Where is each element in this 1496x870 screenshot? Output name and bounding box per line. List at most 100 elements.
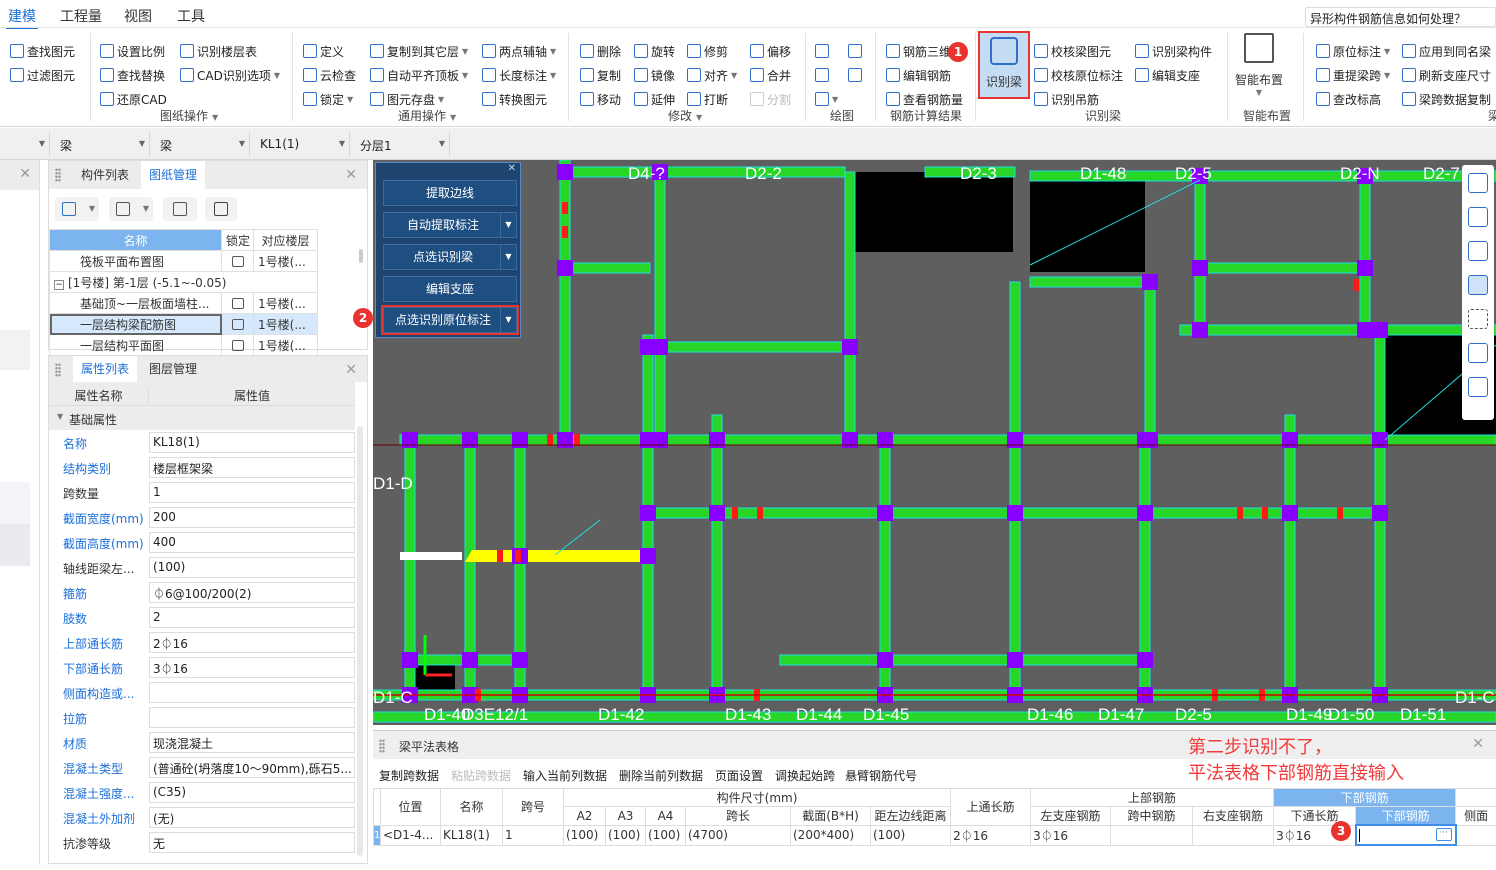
cad-drawing[interactable]: D4-?D2-2D2-3D1-48D2-5D2-ND2-7D1-40D3E12/… [373,160,1496,725]
split-button[interactable]: 分割 [750,91,791,107]
column[interactable] [1142,274,1158,290]
column-header[interactable]: 名称 [441,789,503,826]
table-cell[interactable]: (100) [646,825,686,845]
in-situ-button[interactable]: 原位标注▼ [1316,43,1390,59]
cloud-check-button[interactable]: 云检查 [303,67,356,83]
property-value-field[interactable]: 3⏀16 [149,657,355,678]
beam[interactable] [1285,415,1295,700]
column[interactable] [557,260,573,276]
property-value-field[interactable]: 400 [149,532,355,553]
property-value-field[interactable]: 200 [149,507,355,528]
property-row[interactable]: 混凝土类型(普通砼(坍落度10～90mm),砾石5... [49,755,355,780]
trim-button[interactable]: 修剪 [687,43,728,59]
drawing-row[interactable]: 筏板平面布置图1号楼(... [50,251,318,272]
menu-tab-tools[interactable]: 工具 [177,6,205,26]
dimension-button[interactable]: 长度标注▼ [482,67,556,83]
cad-options-button[interactable]: CAD识别选项▼ [180,67,280,83]
beam[interactable] [655,172,665,440]
zoom-extent-icon[interactable] [1468,309,1488,329]
property-value-field[interactable]: 楼层框架梁 [149,457,355,478]
table-toolbar-button[interactable]: 悬臂钢筋代号 [845,767,917,784]
column[interactable] [512,652,528,668]
beam[interactable] [1010,282,1020,700]
column[interactable] [1007,652,1023,668]
column[interactable] [1192,260,1208,276]
recognition-button[interactable]: 自动提取标注▼ [383,212,517,238]
lock-icon[interactable] [232,298,244,309]
break-button[interactable]: 打断 [687,91,728,107]
table-cell[interactable]: KL18(1) [441,825,503,845]
column[interactable] [1357,322,1373,338]
drag-handle-icon[interactable] [55,168,61,182]
column[interactable] [709,432,725,448]
3d-view-icon[interactable] [1468,207,1488,227]
column[interactable] [640,339,656,355]
property-value-field[interactable]: (无) [149,807,355,828]
property-row[interactable]: 结构类别楼层框架梁 [49,455,355,480]
orbit-icon[interactable] [1468,173,1488,193]
floor-table-button[interactable]: 识别楼层表 [180,43,257,59]
convert-button[interactable]: 转换图元 [482,91,547,107]
beam[interactable] [780,655,1145,665]
nav-item[interactable] [0,330,30,370]
rotate-button[interactable]: 旋转 [634,43,675,59]
table-cell[interactable] [1456,825,1496,845]
property-row[interactable]: 混凝土强度...(C35) [49,780,355,805]
find-replace-button[interactable]: 查找替换 [100,67,165,83]
property-value-field[interactable]: 2⏀16 [149,632,355,653]
column-header[interactable]: 侧面 [1456,807,1496,826]
align-top-button[interactable]: 自动平齐顶板▼ [370,67,468,83]
beam[interactable] [1195,172,1205,330]
column-header-lock[interactable]: 锁定 [222,230,254,251]
lock-icon[interactable] [232,256,244,267]
column-header[interactable]: 下部钢筋 [1356,807,1456,826]
recognition-button[interactable]: 点选识别原位标注▼ [383,307,517,333]
menu-tab-view[interactable]: 视图 [124,6,152,26]
property-row[interactable]: 肢数2 [49,605,355,630]
property-value-field[interactable]: 无 [149,832,355,853]
copy-button[interactable]: 复制 [580,67,621,83]
drag-handle-icon[interactable] [379,739,385,753]
table-cell[interactable] [1111,825,1193,845]
more-options-icon[interactable]: ··· [1436,828,1452,841]
close-icon[interactable]: ✕ [345,362,357,378]
move-button[interactable]: 移动 [580,91,621,107]
property-value-field[interactable]: ⏀6@100/200(2) [149,582,355,603]
tab-property-list[interactable]: 属性列表 [73,356,137,382]
column[interactable] [557,164,573,180]
column-header[interactable]: 截面(B*H) [791,807,871,826]
table-toolbar-button[interactable]: 页面设置 [715,767,763,784]
column[interactable] [1007,432,1023,448]
drawing-row[interactable]: 一层结构平面图1号楼(... [50,335,318,356]
column[interactable] [640,548,656,564]
column[interactable] [1142,432,1158,448]
find-element-button[interactable]: 查找图元 [10,43,75,59]
property-row[interactable]: 跨数量1 [49,480,355,505]
property-row[interactable]: 抗渗等级无 [49,830,355,855]
table-cell[interactable]: (100) [564,825,606,845]
property-value-field[interactable]: (C35) [149,782,355,803]
table-cell[interactable]: (4700) [686,825,791,845]
tab-drawing-management[interactable]: 图纸管理 [141,161,205,189]
recognition-button[interactable]: 提取边线 [383,180,517,206]
column-header[interactable]: A2 [564,807,606,826]
table-cell[interactable]: (100) [871,825,951,845]
edit-rebar-button[interactable]: 编辑钢筋 [886,67,951,83]
table-cell[interactable]: <D1-4... [381,825,441,845]
apply-same-button[interactable]: 应用到同名梁 [1402,43,1491,59]
refresh-support-button[interactable]: 刷新支座尺寸 [1402,67,1491,83]
column-header[interactable]: 上通长筋 [951,789,1031,826]
ribbon-group-label[interactable]: 修改▼ [668,107,702,124]
tab-layer-management[interactable]: 图层管理 [141,356,205,382]
element-type-select[interactable]: 梁▼ [50,132,150,156]
table-cell[interactable]: (200*400) [791,825,871,845]
delete-drawing-button[interactable] [205,197,237,221]
line-button[interactable] [815,67,829,83]
property-row[interactable]: 名称KL18(1) [49,430,355,455]
property-row[interactable]: 材质现浇混凝土 [49,730,355,755]
hanger-rebar-button[interactable]: 识别吊筋 [1034,91,1099,107]
check-annotation-button[interactable]: 校核原位标注 [1034,67,1123,83]
column[interactable] [557,432,573,448]
property-value-field[interactable] [149,682,355,703]
delete-button[interactable]: 删除 [580,43,621,59]
